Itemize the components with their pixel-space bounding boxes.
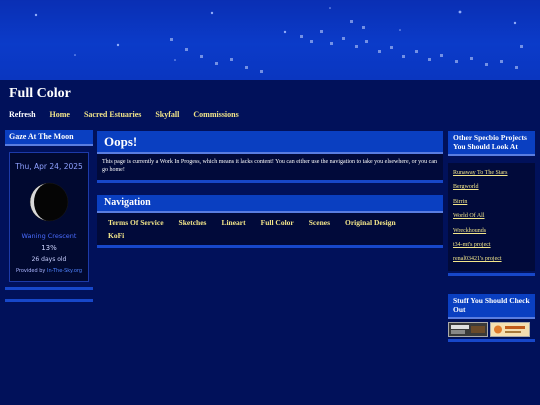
site-button-image[interactable] bbox=[448, 321, 488, 337]
project-link[interactable]: Wreckhounds bbox=[453, 224, 530, 238]
divider bbox=[97, 245, 443, 248]
project-link[interactable]: t34-mt's project bbox=[453, 238, 530, 252]
link-buttons bbox=[448, 321, 535, 337]
header-banner bbox=[0, 0, 540, 80]
moon-phase-name: Waning Crescent bbox=[21, 232, 77, 240]
moon-sidebar: Gaze At The Moon Thu, Apr 24, 2025 Wanin… bbox=[5, 130, 93, 302]
oops-title: Oops! bbox=[97, 131, 443, 154]
projects-sidebar: Other Specbio Projects You Should Look A… bbox=[448, 131, 535, 342]
nav-original-design-link[interactable]: Original Design bbox=[345, 216, 396, 229]
moon-date: Thu, Apr 24, 2025 bbox=[15, 162, 83, 171]
nav-kofi-link[interactable]: KoFi bbox=[108, 229, 124, 242]
nav-sketches-link[interactable]: Sketches bbox=[179, 216, 207, 229]
project-link[interactable]: World Of All bbox=[453, 209, 530, 223]
nav-sacred-estuaries-link[interactable]: Sacred Estuaries bbox=[84, 110, 141, 119]
stuff-title: Stuff You Should Check Out bbox=[448, 293, 535, 319]
projects-title: Other Specbio Projects You Should Look A… bbox=[448, 131, 535, 156]
project-link[interactable]: Birrin bbox=[453, 195, 530, 209]
starfield-graphic bbox=[34, 7, 523, 73]
moon-credit-link[interactable]: In-The-Sky.org bbox=[47, 268, 82, 274]
nav-home-link[interactable]: Home bbox=[50, 110, 70, 119]
site-title: Full Color bbox=[9, 86, 71, 101]
moon-age: 26 days old bbox=[31, 256, 67, 263]
nav-terms-link[interactable]: Terms Of Service bbox=[108, 216, 164, 229]
nav-full-color-link[interactable]: Full Color bbox=[261, 216, 294, 229]
navigation-links: Terms Of Service Sketches Lineart Full C… bbox=[97, 213, 443, 245]
nav-skyfall-link[interactable]: Skyfall bbox=[155, 110, 179, 119]
nav-lineart-link[interactable]: Lineart bbox=[221, 216, 245, 229]
nav-refresh-link[interactable]: Refresh bbox=[9, 110, 36, 119]
divider bbox=[97, 180, 443, 183]
moon-phase-icon bbox=[29, 182, 69, 222]
project-link[interactable]: Runaway To The Stars bbox=[453, 166, 530, 180]
top-navigation: Refresh Home Sacred Estuaries Skyfall Co… bbox=[9, 110, 253, 119]
nav-commissions-link[interactable]: Commissions bbox=[193, 110, 238, 119]
moon-widget-title: Gaze At The Moon bbox=[5, 130, 93, 146]
moon-credit: Provided by In-The-Sky.org bbox=[10, 268, 88, 274]
divider bbox=[448, 272, 535, 276]
site-button-image[interactable] bbox=[490, 321, 530, 337]
main-content: Oops! This page is currently a Work In P… bbox=[97, 131, 443, 248]
projects-list: Runaway To The Stars Bergworld Birrin Wo… bbox=[448, 163, 535, 271]
divider bbox=[5, 287, 93, 290]
oops-message: This page is currently a Work In Progess… bbox=[97, 154, 443, 180]
moon-credit-prefix: Provided by bbox=[15, 268, 46, 274]
moon-illumination: 13% bbox=[41, 244, 57, 252]
navigation-title: Navigation bbox=[97, 195, 443, 213]
nav-scenes-link[interactable]: Scenes bbox=[309, 216, 330, 229]
divider bbox=[5, 299, 93, 302]
divider bbox=[448, 338, 535, 342]
project-link[interactable]: renal03421's project bbox=[453, 252, 530, 266]
moon-widget: Thu, Apr 24, 2025 Waning Crescent 13% 26… bbox=[9, 152, 89, 282]
project-link[interactable]: Bergworld bbox=[453, 180, 530, 194]
